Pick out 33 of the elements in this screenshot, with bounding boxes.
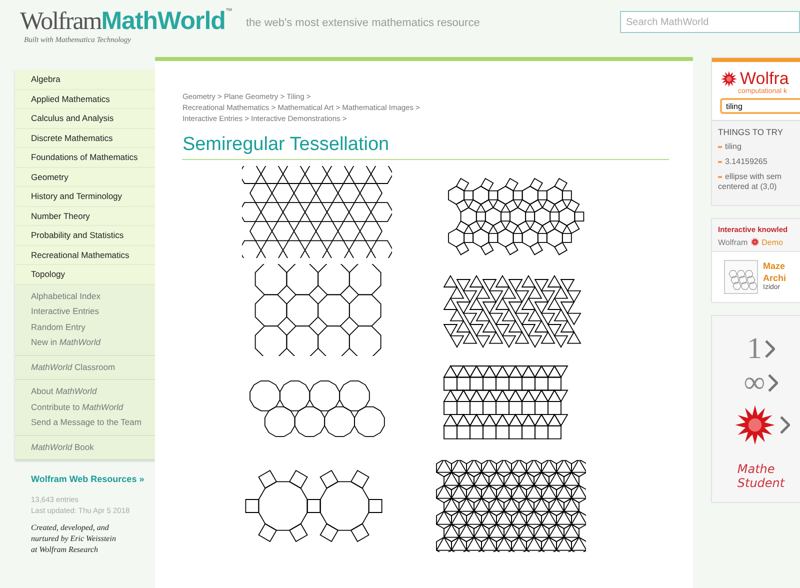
page-title: Semiregular Tessellation [182, 134, 669, 160]
promo-symbol: 1 [747, 332, 762, 366]
alpha-input[interactable]: tiling [720, 98, 800, 114]
nav-link[interactable]: Contribute to MathWorld [15, 400, 156, 415]
suggestion-link[interactable]: 3.14159265 [718, 157, 800, 167]
nav-link[interactable]: Random Entry [15, 320, 156, 335]
things-heading: THINGS TO TRY [718, 127, 784, 137]
nav-link[interactable]: Interactive Entries [15, 304, 156, 320]
nav-link[interactable]: New in MathWorld [15, 335, 156, 350]
chevron-icon [768, 372, 778, 394]
credit-text: Created, developed, and nurtured by Eric Weisstein at Wolfram Research [31, 522, 117, 555]
brand-text: Wolfram [718, 238, 748, 246]
spiky-star-icon [720, 70, 738, 88]
nav-link[interactable]: About MathWorld [15, 384, 156, 400]
search-field[interactable]: Search MathWorld [620, 11, 800, 33]
tagline: the web's most extensive mathematics resource [246, 17, 481, 29]
logo-text[interactable]: Wolfram [20, 9, 102, 35]
demo-thumbnail[interactable] [724, 260, 758, 294]
chevron-icon [765, 338, 775, 360]
demo-title[interactable]: Maze Archi [763, 260, 786, 284]
nav-link[interactable]: Send a Message to the Team [15, 415, 156, 430]
brand-text: Demo [762, 238, 783, 246]
promo-symbol: ∞ [744, 366, 766, 400]
chevron-icon [780, 414, 790, 436]
promo-caption: Mathe Student [737, 462, 785, 490]
suggestion-link[interactable]: tiling [718, 142, 800, 152]
logo-text[interactable]: MathWorld [101, 8, 226, 34]
promo-panel[interactable]: 1 ∞ Mathe Student [711, 315, 800, 503]
spiky-star-icon [750, 237, 760, 247]
alpha-logo[interactable]: Wolfra [740, 70, 789, 88]
nav-link[interactable]: Alphabetical Index [15, 288, 156, 304]
resources-link[interactable]: Wolfram Web Resources » [31, 474, 156, 484]
suggestion-link[interactable]: ellipse with sem centered at (3,0) [718, 172, 800, 192]
